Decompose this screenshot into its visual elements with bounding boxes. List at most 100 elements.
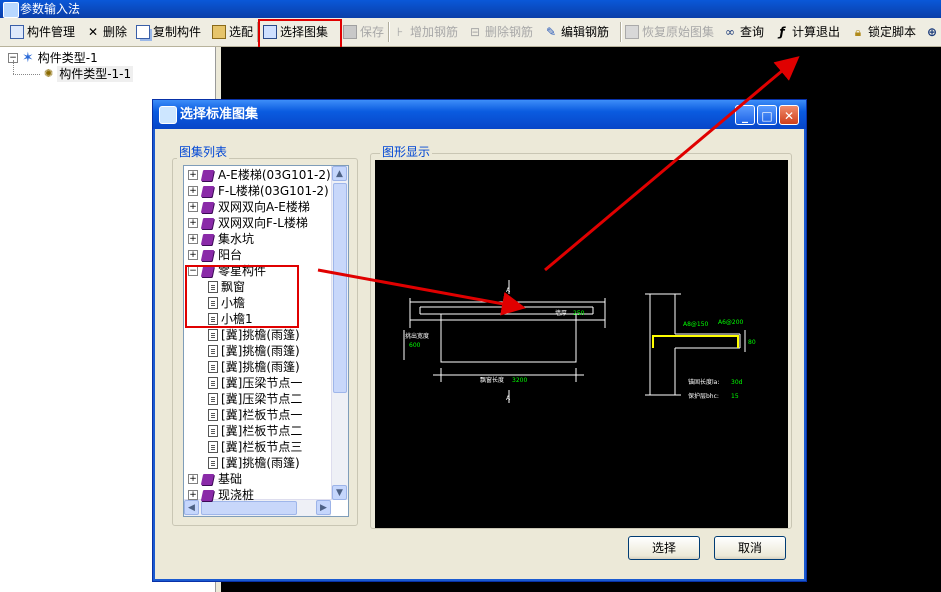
scroll-down-button[interactable]: ▼ <box>332 485 347 500</box>
tree-item-label: [冀]挑檐(雨篷) <box>221 360 300 374</box>
expand-icon[interactable]: + <box>188 250 198 260</box>
expand-icon[interactable]: + <box>188 474 198 484</box>
cover-value: 15 <box>731 393 739 400</box>
select-button[interactable]: 选择 <box>628 536 700 560</box>
expand-icon[interactable]: + <box>188 218 198 228</box>
app-icon <box>3 2 19 18</box>
tree-folder-item[interactable]: + A-E楼梯(03G101-2) <box>188 167 331 183</box>
main-toolbar: 构件管理 ✕ 删除 复制构件 选配 选择图集 保存 ⊦ 增加钢筋 ⊟ 删除钢筋 … <box>0 18 941 47</box>
graphic-label: 图形显示 <box>380 145 433 159</box>
drawing-svg: A A 墙厚 250 挑出宽度 600 飘窗长度 3200 A8@150 A6@… <box>403 280 756 403</box>
tree-folder-item[interactable]: + 集水坑 <box>188 231 254 247</box>
cancel-button[interactable]: 取消 <box>714 536 786 560</box>
document-icon <box>208 425 218 437</box>
expand-icon[interactable]: + <box>188 186 198 196</box>
rebar-a1-label: A8@150 <box>683 321 709 328</box>
scroll-thumb[interactable] <box>333 183 347 393</box>
tree-folder-item[interactable]: + 现浇桩 <box>188 487 254 503</box>
toolbar-label: 删除 <box>103 25 128 39</box>
tree-item-label: [冀]栏板节点三 <box>221 440 303 454</box>
maximize-button[interactable]: □ <box>757 105 777 125</box>
book-icon <box>201 185 215 198</box>
edit-rebar-button[interactable]: ✎ 编辑钢筋 <box>544 23 609 41</box>
section-mark-top: A <box>506 287 511 294</box>
rebar-line <box>652 335 739 348</box>
toolbar-label: 锁定脚本 <box>868 25 917 39</box>
tree-leaf-item[interactable]: [冀]挑檐(雨篷) <box>208 327 300 343</box>
scroll-right-button[interactable]: ▶ <box>316 500 331 515</box>
expand-icon[interactable]: + <box>188 490 198 500</box>
tree-leaf-item[interactable]: [冀]挑檐(雨篷) <box>208 455 300 471</box>
wall-thickness-value: 250 <box>573 310 585 317</box>
tree-leaf-item[interactable]: [冀]栏板节点三 <box>208 439 302 455</box>
expand-icon[interactable]: + <box>188 202 198 212</box>
tree-leaf-item[interactable]: [冀]挑檐(雨篷) <box>208 343 300 359</box>
scroll-up-button[interactable]: ▲ <box>332 166 347 181</box>
component-manage-button[interactable]: 构件管理 <box>10 23 75 41</box>
toolbar-label: 构件管理 <box>27 25 76 39</box>
select-config-icon <box>212 25 226 39</box>
cover-label: 保护层bhc: <box>688 392 719 400</box>
side-value: 80 <box>748 339 756 346</box>
delete-button[interactable]: ✕ 删除 <box>86 23 127 41</box>
tree-folder-item[interactable]: + 基础 <box>188 471 242 487</box>
tree-item-label: [冀]栏板节点二 <box>221 424 303 438</box>
toolbar-label: 查询 <box>740 25 765 39</box>
wall-thickness-label: 墙厚 <box>555 309 567 317</box>
tree-item-label: 集水坑 <box>218 232 255 246</box>
document-icon <box>208 409 218 421</box>
tree-leaf-item[interactable]: [冀]压梁节点二 <box>208 391 302 407</box>
tree-leaf-item[interactable]: [冀]栏板节点一 <box>208 407 302 423</box>
document-icon <box>208 393 218 405</box>
book-icon <box>201 249 215 262</box>
tree-child-node[interactable]: ✺ 构件类型-1-1 <box>44 66 134 82</box>
minimize-button[interactable]: _ <box>735 105 755 125</box>
expand-icon[interactable]: + <box>188 170 198 180</box>
lock-script-button[interactable]: 🔒︎ 锁定脚本 <box>851 23 916 41</box>
restore-atlas-button[interactable]: 恢复原始图集 <box>625 23 714 41</box>
add-rebar-button[interactable]: ⊦ 增加钢筋 <box>393 23 458 41</box>
tree-folder-item[interactable]: + 双网双向A-E楼梯 <box>188 199 310 215</box>
section-mark-bottom: A <box>506 395 511 402</box>
tree-vertical-scrollbar[interactable]: ▲ ▼ <box>331 166 348 500</box>
expand-icon[interactable]: + <box>188 234 198 244</box>
tree-folder-item[interactable]: + 双网双向F-L楼梯 <box>188 215 308 231</box>
tree-folder-item[interactable]: + F-L楼梯(03G101-2) <box>188 183 329 199</box>
tree-folder-item[interactable]: + 阳台 <box>188 247 242 263</box>
tree-leaf-item[interactable]: [冀]栏板节点二 <box>208 423 302 439</box>
query-button[interactable]: ∞ 查询 <box>723 23 764 41</box>
tree-item-label: [冀]挑檐(雨篷) <box>221 344 300 358</box>
delete-icon: ✕ <box>87 25 99 39</box>
document-icon <box>208 329 218 341</box>
star-icon: ✶ <box>22 50 34 66</box>
tree-root-node[interactable]: − ✶ 构件类型-1 <box>8 50 98 66</box>
anchor-label: 锚固长度la: <box>688 378 719 386</box>
tree-item-label: [冀]压梁节点二 <box>221 392 303 406</box>
calculate-exit-button[interactable]: ƒ 计算退出 <box>775 23 840 41</box>
tree-leaf-item[interactable]: [冀]挑檐(雨篷) <box>208 359 300 375</box>
toolbar-label: 编辑钢筋 <box>561 25 610 39</box>
toolbar-label: 复制构件 <box>153 25 202 39</box>
tree-item-label: 双网双向A-E楼梯 <box>218 200 310 214</box>
select-config-button[interactable]: 选配 <box>212 23 253 41</box>
save-button[interactable]: 保存 <box>343 23 384 41</box>
more-toolbar-button[interactable]: ⊕ <box>925 23 939 41</box>
copy-component-button[interactable]: 复制构件 <box>136 23 201 41</box>
atlas-tree[interactable]: ▲ ▼ ◀ ▶ + A-E楼梯(03G101-2) + F-L楼梯(03G101-2)… <box>183 165 349 517</box>
close-button[interactable]: ✕ <box>779 105 799 125</box>
book-icon <box>201 169 215 182</box>
tree-child-label: 构件类型-1-1 <box>57 66 134 82</box>
book-icon <box>201 217 215 230</box>
document-icon <box>208 457 218 469</box>
fx-icon: ƒ <box>779 25 785 39</box>
tree-item-label: 双网双向F-L楼梯 <box>218 216 308 230</box>
delete-rebar-button[interactable]: ⊟ 删除钢筋 <box>468 23 533 41</box>
hscroll-thumb[interactable] <box>201 501 297 515</box>
tree-leaf-item[interactable]: [冀]压梁节点一 <box>208 375 302 391</box>
select-atlas-highlight <box>258 19 342 49</box>
toolbar-label: 增加钢筋 <box>410 25 459 39</box>
tree-item-label: [冀]栏板节点一 <box>221 408 303 422</box>
book-icon <box>201 489 215 502</box>
dialog-titlebar[interactable]: 选择标准图集 _ □ ✕ <box>153 100 806 129</box>
tree-item-label: F-L楼梯(03G101-2) <box>218 184 329 198</box>
